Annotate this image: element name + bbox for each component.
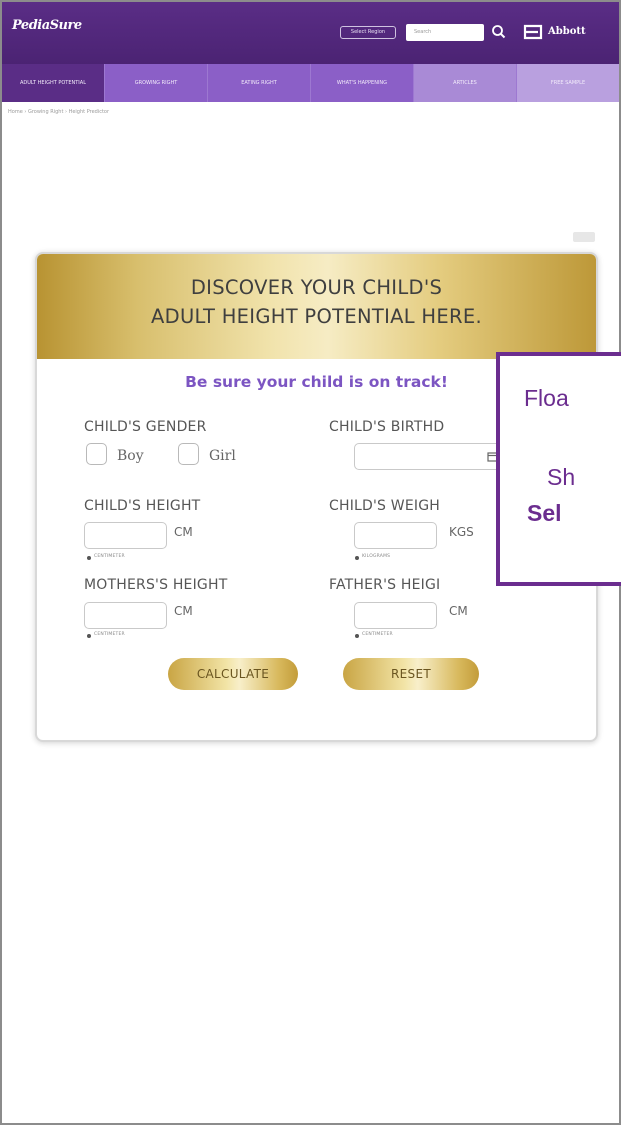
modal-banner: DISCOVER YOUR CHILD'S ADULT HEIGHT POTEN…	[37, 254, 596, 359]
modal-title-line-1: DISCOVER YOUR CHILD'S	[190, 276, 443, 299]
mother-centimeter-option-label: CENTIMETER	[94, 632, 125, 637]
search-icon[interactable]	[490, 23, 508, 41]
father-height-input[interactable]	[354, 602, 437, 629]
child-weight-label: CHILD'S WEIGH	[329, 498, 440, 514]
child-height-label: CHILD'S HEIGHT	[84, 498, 201, 514]
mother-height-label: MOTHERS'S HEIGHT	[84, 577, 228, 593]
father-centimeter-radio[interactable]	[355, 634, 359, 638]
callout-line-3: Sel	[527, 500, 562, 526]
breadcrumb[interactable]: Home › Growing Right › Height Predictor	[8, 109, 109, 115]
modal-title-line-2: ADULT HEIGHT POTENTIAL HERE.	[151, 305, 482, 328]
nav-item-adult-height[interactable]: ADULT HEIGHT POTENTIAL	[2, 64, 105, 102]
girl-checkbox[interactable]	[178, 443, 199, 465]
reset-button[interactable]: RESET	[343, 658, 479, 690]
child-weight-input[interactable]	[354, 522, 437, 549]
boy-option-label: Boy	[117, 448, 144, 464]
annotation-callout: Floa Sh Sel	[496, 352, 621, 586]
modal-close-button[interactable]	[573, 232, 595, 242]
nav-item-whats-happening[interactable]: WHAT'S HAPPENING	[311, 64, 414, 102]
callout-line-1: Floa	[524, 385, 569, 411]
boy-checkbox[interactable]	[86, 443, 107, 465]
search-input[interactable]: Search	[406, 24, 484, 41]
child-height-unit: CM	[174, 525, 193, 539]
child-height-input[interactable]	[84, 522, 167, 549]
nav-item-growing-right[interactable]: GROWING RIGHT	[105, 64, 208, 102]
kilograms-radio[interactable]	[355, 556, 359, 560]
father-height-label: FATHER'S HEIGI	[329, 577, 441, 593]
father-centimeter-option-label: CENTIMETER	[362, 632, 393, 637]
site-header: PediaSure Select Region Search Abbott	[2, 2, 619, 64]
nav-item-articles[interactable]: ARTICLES	[414, 64, 517, 102]
centimeter-option-label: CENTIMETER	[94, 554, 125, 559]
mother-height-input[interactable]	[84, 602, 167, 629]
kilograms-option-label: KILOGRAMS	[362, 554, 391, 559]
nav-item-eating-right[interactable]: EATING RIGHT	[208, 64, 311, 102]
child-weight-unit: KGS	[449, 525, 474, 539]
region-selector[interactable]: Select Region	[340, 26, 396, 39]
gender-label: CHILD'S GENDER	[84, 419, 207, 435]
abbott-logo-icon	[523, 24, 543, 40]
centimeter-radio[interactable]	[87, 556, 91, 560]
main-nav: ADULT HEIGHT POTENTIAL GROWING RIGHT EAT…	[2, 64, 619, 102]
father-height-unit: CM	[449, 604, 468, 618]
girl-option-label: Girl	[209, 448, 236, 464]
birthdate-label: CHILD'S BIRTHD	[329, 419, 445, 435]
nav-item-free-sample[interactable]: FREE SAMPLE	[517, 64, 619, 102]
pediasure-logo[interactable]: PediaSure	[12, 18, 82, 33]
mother-height-unit: CM	[174, 604, 193, 618]
callout-line-2: Sh	[547, 464, 576, 490]
calculate-button[interactable]: CALCULATE	[168, 658, 298, 690]
mother-centimeter-radio[interactable]	[87, 634, 91, 638]
abbott-wordmark: Abbott	[548, 26, 586, 37]
